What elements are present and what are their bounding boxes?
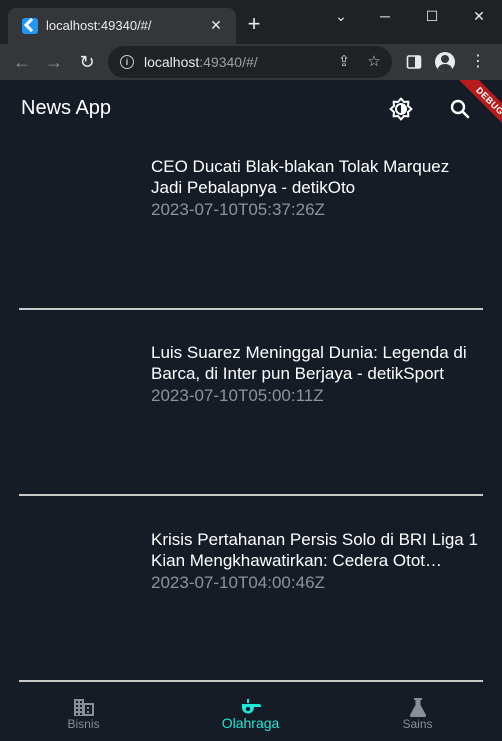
news-thumbnail <box>19 511 139 631</box>
side-panel-icon[interactable] <box>402 50 426 74</box>
nav-label: Bisnis <box>67 717 100 731</box>
url-path: :49340/#/ <box>199 54 258 70</box>
browser-titlebar: localhost:49340/#/ ✕ + ⌄ ─ ☐ ✕ <box>0 0 502 44</box>
url-text: localhost:49340/#/ <box>144 54 258 70</box>
news-list[interactable]: CEO Ducati Blak-blakan Tolak Marquez Jad… <box>0 138 502 690</box>
profile-avatar[interactable] <box>435 52 455 72</box>
news-thumbnail <box>19 324 139 444</box>
news-thumbnail <box>19 138 139 258</box>
news-item[interactable]: Luis Suarez Meninggal Dunia: Legenda di … <box>19 324 483 496</box>
browser-toolbar: ← → ↻ i localhost:49340/#/ ⇪ ☆ ⋮ <box>0 44 502 80</box>
news-date: 2023-07-10T05:00:11Z <box>151 386 324 405</box>
forward-arrow-icon[interactable]: → <box>42 50 66 74</box>
news-item[interactable]: CEO Ducati Blak-blakan Tolak Marquez Jad… <box>19 138 483 310</box>
browser-tab[interactable]: localhost:49340/#/ ✕ <box>8 8 236 44</box>
url-host: localhost <box>144 54 200 70</box>
news-title: Krisis Pertahanan Persis Solo di BRI Lig… <box>151 530 478 570</box>
share-icon[interactable]: ⇪ <box>334 52 354 72</box>
app-bar: News App DEBUG <box>0 80 502 138</box>
news-item[interactable]: Krisis Pertahanan Persis Solo di BRI Lig… <box>19 511 483 683</box>
news-divider <box>19 680 483 682</box>
site-info-icon[interactable]: i <box>120 55 134 69</box>
nav-label: Sains <box>402 717 433 731</box>
minimize-icon[interactable]: ─ <box>370 6 400 26</box>
news-date: 2023-07-10T05:37:26Z <box>151 200 325 219</box>
brightness-toggle-icon[interactable] <box>389 97 413 121</box>
tab-title: localhost:49340/#/ <box>46 18 152 33</box>
building-icon <box>72 696 96 718</box>
news-title: Luis Suarez Meninggal Dunia: Legenda di … <box>151 343 467 383</box>
maximize-icon[interactable]: ☐ <box>417 6 447 26</box>
news-divider <box>19 494 483 496</box>
news-date: 2023-07-10T04:00:46Z <box>151 573 325 592</box>
tab-close-icon[interactable]: ✕ <box>208 17 224 33</box>
flask-icon <box>406 696 430 718</box>
tab-search-chevron-icon[interactable]: ⌄ <box>326 6 356 26</box>
nav-label: Olahraga <box>221 715 280 731</box>
nav-item-olahraga[interactable]: Olahraga <box>167 690 334 741</box>
more-options-icon[interactable]: ⋮ <box>466 50 490 74</box>
search-icon[interactable] <box>448 97 472 121</box>
flutter-favicon-icon <box>22 18 38 34</box>
news-divider <box>19 308 483 310</box>
app-title: News App <box>21 97 112 119</box>
bookmark-star-icon[interactable]: ☆ <box>364 52 384 72</box>
address-bar[interactable]: i localhost:49340/#/ ⇪ ☆ <box>108 46 392 78</box>
new-tab-button[interactable]: + <box>244 13 264 35</box>
bottom-navigation: Bisnis Olahraga Sains <box>0 690 502 741</box>
news-title: CEO Ducati Blak-blakan Tolak Marquez Jad… <box>151 157 450 197</box>
close-window-icon[interactable]: ✕ <box>464 6 494 26</box>
reload-icon[interactable]: ↻ <box>75 50 99 74</box>
nav-item-bisnis[interactable]: Bisnis <box>0 690 167 741</box>
back-arrow-icon[interactable]: ← <box>10 50 34 74</box>
nav-item-sains[interactable]: Sains <box>334 690 501 741</box>
